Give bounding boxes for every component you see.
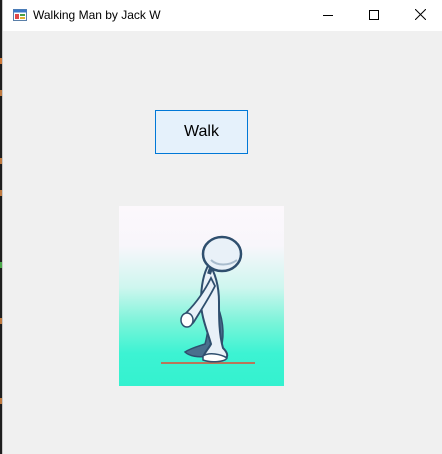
- close-icon: [414, 7, 426, 25]
- hand: [180, 312, 194, 328]
- window-title: Walking Man by Jack W: [33, 8, 161, 22]
- head: [201, 235, 243, 273]
- app-window: Walking Man by Jack W Walk: [2, 0, 442, 454]
- title-bar[interactable]: Walking Man by Jack W: [3, 0, 442, 31]
- walking-man-figure: [161, 235, 255, 364]
- minimize-button[interactable]: [305, 0, 351, 31]
- minimize-icon: [323, 7, 333, 25]
- maximize-icon: [369, 7, 379, 25]
- app-window-icon[interactable]: [13, 8, 27, 22]
- walking-man-picture: [119, 206, 284, 386]
- walk-button[interactable]: Walk: [155, 110, 248, 154]
- maximize-button[interactable]: [351, 0, 397, 31]
- close-button[interactable]: [397, 0, 442, 31]
